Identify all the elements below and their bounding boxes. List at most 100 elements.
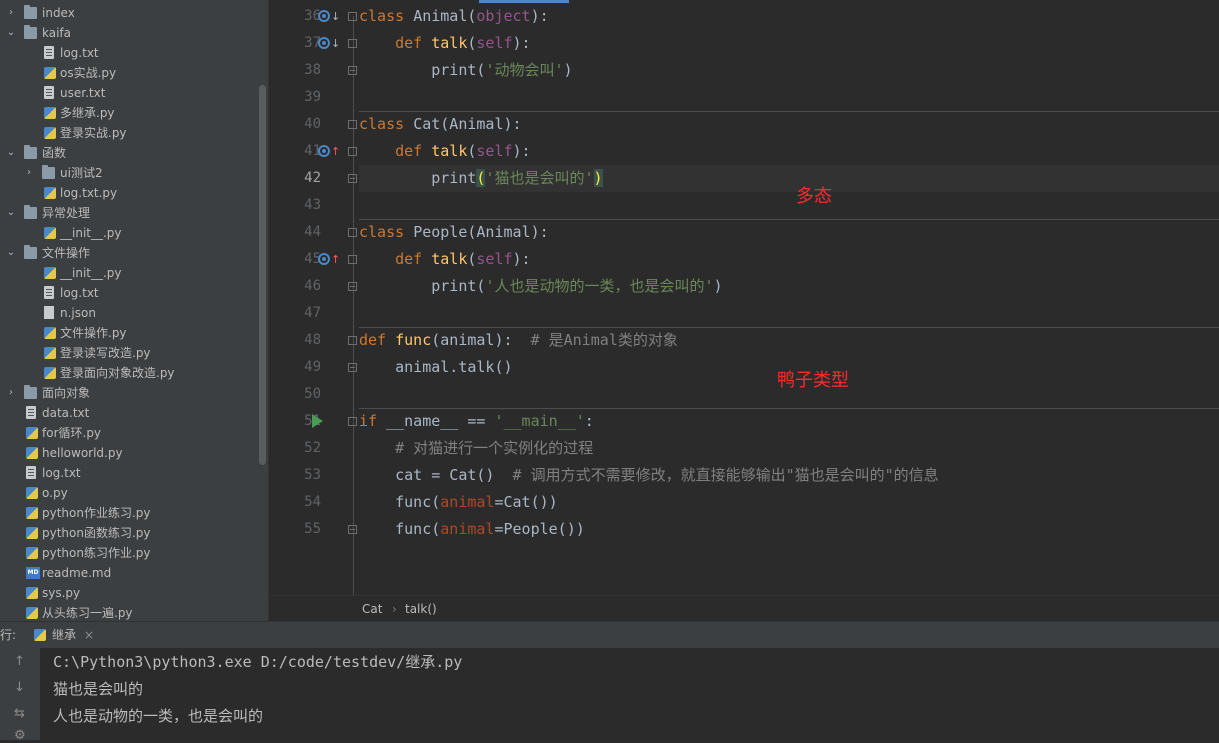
breadcrumb-item-method[interactable]: talk() xyxy=(405,596,437,622)
tree-folder[interactable]: ⌄ 异常处理 xyxy=(0,203,268,223)
arrow-up-icon[interactable]: ↑ xyxy=(14,654,25,669)
overrides-icon[interactable] xyxy=(318,253,330,265)
run-icon[interactable] xyxy=(312,414,323,428)
tree-file[interactable]: for循环.py xyxy=(0,423,268,443)
settings-icon[interactable]: ⚙ xyxy=(14,728,26,743)
code-line[interactable]: # 对猫进行一个实例化的过程 xyxy=(359,435,1219,462)
tree-folder[interactable]: › 面向对象 xyxy=(0,383,268,403)
tree-file[interactable]: __init__.py xyxy=(0,223,268,243)
implemented-icon[interactable] xyxy=(318,37,330,49)
breadcrumb-item-class[interactable]: Cat xyxy=(362,596,382,622)
chevron-right-icon[interactable]: › xyxy=(22,163,36,183)
tree-file[interactable]: n.json xyxy=(0,303,268,323)
tree-item-label: 面向对象 xyxy=(42,386,91,400)
tree-folder[interactable]: › index xyxy=(0,3,268,23)
tree-file[interactable]: 多继承.py xyxy=(0,103,268,123)
code-line[interactable]: class Animal(object): xyxy=(359,3,1219,30)
fold-start-icon[interactable] xyxy=(348,228,357,237)
code-line[interactable]: cat = Cat() # 调用方式不需要修改，就直接能够输出"猫也是会叫的"的… xyxy=(359,462,1219,489)
tree-file[interactable]: user.txt xyxy=(0,83,268,103)
tree-file[interactable]: log.txt.py xyxy=(0,183,268,203)
tree-file[interactable]: log.txt xyxy=(0,283,268,303)
tree-item-label: 登录实战.py xyxy=(60,126,127,140)
tree-file[interactable]: 登录读写改造.py xyxy=(0,343,268,363)
tree-file[interactable]: data.txt xyxy=(0,403,268,423)
arrow-down-icon[interactable]: ↓ xyxy=(14,680,25,695)
code-line[interactable]: def talk(self): xyxy=(359,30,1219,57)
soft-wrap-icon[interactable]: ⇆ xyxy=(14,706,25,721)
code-line[interactable]: print('猫也是会叫的') xyxy=(359,165,1219,192)
tree-file[interactable]: 登录实战.py xyxy=(0,123,268,143)
implemented-icon[interactable] xyxy=(318,10,330,22)
code-editor[interactable]: 36 class Animal(object): 37 def talk(self)… xyxy=(269,0,1219,595)
code-token: talk xyxy=(431,142,468,160)
fold-start-icon[interactable] xyxy=(348,255,357,264)
tree-file[interactable]: log.txt xyxy=(0,43,268,63)
code-line[interactable]: def talk(self): xyxy=(359,246,1219,273)
python-file-icon xyxy=(44,187,56,199)
fold-start-icon[interactable] xyxy=(348,336,357,345)
code-token: ) xyxy=(563,61,573,79)
tree-file[interactable]: __init__.py xyxy=(0,263,268,283)
tree-item-label: index xyxy=(42,6,75,20)
fold-start-icon[interactable] xyxy=(348,12,357,21)
tree-folder[interactable]: › ui测试2 xyxy=(0,163,268,183)
tree-folder[interactable]: ⌄ 文件操作 xyxy=(0,243,268,263)
tree-file[interactable]: log.txt xyxy=(0,463,268,483)
tree-file[interactable]: 登录面向对象改造.py xyxy=(0,363,268,383)
code-token: object xyxy=(476,7,531,25)
tree-file[interactable]: os实战.py xyxy=(0,63,268,83)
fold-end-icon[interactable] xyxy=(348,363,357,372)
method-separator xyxy=(359,408,1219,409)
chevron-right-icon[interactable]: › xyxy=(4,383,18,403)
fold-start-icon[interactable] xyxy=(348,39,357,48)
code-line[interactable]: print('动物会叫') xyxy=(359,57,1219,84)
code-line[interactable] xyxy=(359,192,1219,219)
fold-end-icon[interactable] xyxy=(348,525,357,534)
code-line[interactable]: func(animal=People()) xyxy=(359,516,1219,543)
code-line[interactable]: class People(Animal): xyxy=(359,219,1219,246)
fold-end-icon[interactable] xyxy=(348,282,357,291)
close-icon[interactable]: × xyxy=(84,622,94,648)
python-file-icon xyxy=(26,447,38,459)
chevron-down-icon[interactable]: ⌄ xyxy=(4,23,18,43)
tree-file[interactable]: python函数练习.py xyxy=(0,523,268,543)
code-line[interactable]: if __name__ == '__main__': xyxy=(359,408,1219,435)
arrow-up-icon: ↑ xyxy=(331,253,341,266)
tree-file[interactable]: helloworld.py xyxy=(0,443,268,463)
tree-file[interactable]: MD readme.md xyxy=(0,563,268,583)
code-token: class xyxy=(359,223,414,241)
tree-item-label: log.txt xyxy=(60,286,99,300)
chevron-down-icon[interactable]: ⌄ xyxy=(4,203,18,223)
tree-file[interactable]: 文件操作.py xyxy=(0,323,268,343)
tree-folder[interactable]: ⌄ 函数 xyxy=(0,143,268,163)
console-side-toolbar: ↑ ↓ ⇆ ⚙ xyxy=(0,648,40,743)
code-line[interactable]: def talk(self): xyxy=(359,138,1219,165)
python-file-icon xyxy=(34,629,46,641)
tree-file[interactable]: python练习作业.py xyxy=(0,543,268,563)
tree-file[interactable]: 从头练习一遍.py xyxy=(0,603,268,621)
chevron-right-icon[interactable]: › xyxy=(4,3,18,23)
tree-folder[interactable]: ⌄ kaifa xyxy=(0,23,268,43)
tree-scrollbar[interactable] xyxy=(259,85,266,465)
run-tab[interactable]: 继承 xyxy=(30,622,82,648)
chevron-down-icon[interactable]: ⌄ xyxy=(4,143,18,163)
chevron-down-icon[interactable]: ⌄ xyxy=(4,243,18,263)
code-line[interactable]: func(animal=Cat()) xyxy=(359,489,1219,516)
fold-start-icon[interactable] xyxy=(348,147,357,156)
line-number: 37 xyxy=(304,35,321,51)
tree-file[interactable]: o.py xyxy=(0,483,268,503)
code-line[interactable]: class Cat(Animal): xyxy=(359,111,1219,138)
tree-file[interactable]: python作业练习.py xyxy=(0,503,268,523)
fold-end-icon[interactable] xyxy=(348,174,357,183)
fold-end-icon[interactable] xyxy=(348,66,357,75)
code-line[interactable] xyxy=(359,300,1219,327)
code-line[interactable] xyxy=(359,84,1219,111)
fold-start-icon[interactable] xyxy=(348,417,357,426)
code-line[interactable]: def func(animal): # 是Animal类的对象 xyxy=(359,327,1219,354)
tree-item-label: 函数 xyxy=(42,146,67,160)
code-line[interactable]: print('人也是动物的一类，也是会叫的') xyxy=(359,273,1219,300)
overrides-icon[interactable] xyxy=(318,145,330,157)
fold-start-icon[interactable] xyxy=(348,120,357,129)
tree-file[interactable]: sys.py xyxy=(0,583,268,603)
